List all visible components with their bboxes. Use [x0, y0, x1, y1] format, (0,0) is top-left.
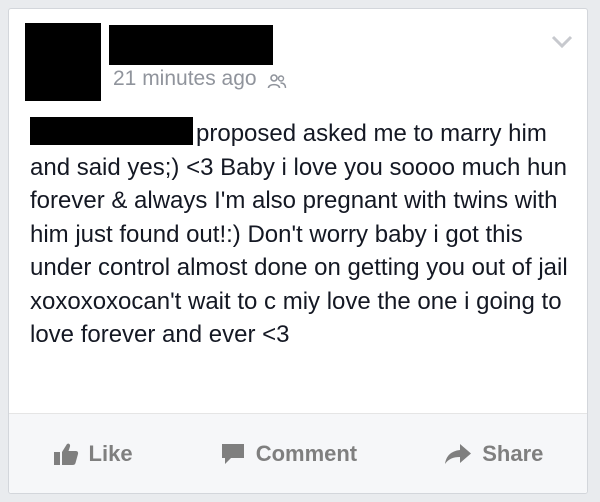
thumbs-up-icon: [53, 442, 79, 466]
friends-icon[interactable]: [267, 71, 287, 89]
post-meta: 21 minutes ago: [113, 67, 287, 91]
action-bar: Like Comment Share: [9, 414, 587, 493]
post-body: proposed asked me to marry him and said …: [30, 120, 568, 348]
tagged-name-redacted: [30, 117, 193, 145]
share-arrow-icon: [444, 443, 472, 465]
comment-icon: [220, 442, 246, 466]
post-card: 21 minutes ago proposed asked me to marr…: [8, 8, 588, 494]
post-text: proposed asked me to marry him and said …: [30, 117, 570, 352]
like-button[interactable]: Like: [53, 441, 133, 467]
chevron-down-icon[interactable]: [551, 35, 573, 49]
comment-label: Comment: [255, 440, 358, 466]
avatar-redacted[interactable]: [25, 23, 101, 101]
comment-button[interactable]: Comment: [220, 441, 357, 467]
like-label: Like: [88, 440, 133, 466]
timestamp[interactable]: 21 minutes ago: [113, 67, 257, 91]
share-button[interactable]: Share: [444, 441, 543, 467]
share-label: Share: [482, 440, 544, 466]
author-name-redacted[interactable]: [109, 25, 273, 65]
